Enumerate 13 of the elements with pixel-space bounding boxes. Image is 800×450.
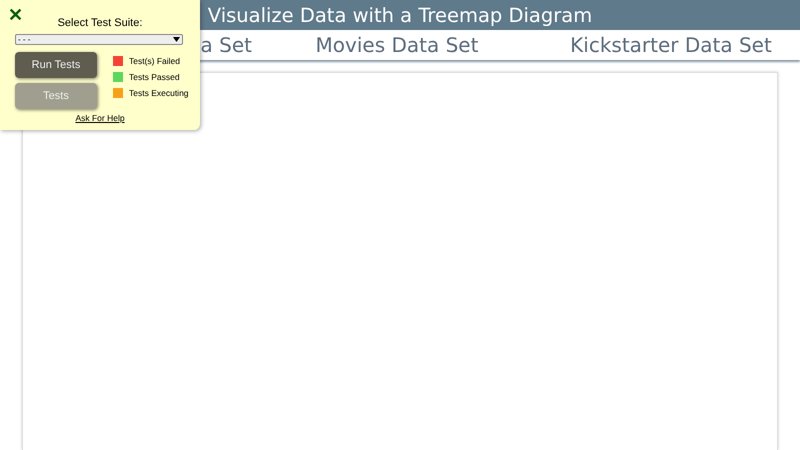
nav-link[interactable]: Movies Data Set (316, 33, 478, 57)
chevron-icon (173, 37, 180, 42)
legend-label: Tests Passed (129, 72, 180, 82)
help-link[interactable]: Ask For Help (0, 113, 200, 123)
suite-select[interactable]: - - - (15, 34, 183, 45)
legend-label: Test(s) Failed (129, 56, 180, 66)
legend-label: Tests Executing (129, 88, 189, 98)
panel-title: Select Test Suite: (56, 17, 144, 29)
page-title: Visualize Data with a Treemap Diagram (208, 4, 592, 26)
close-button[interactable]: ✕ (6, 4, 25, 26)
nav-link[interactable]: a Set (200, 33, 252, 57)
nav-link[interactable]: Kickstarter Data Set (570, 33, 772, 57)
run-tests-button[interactable]: Run Tests (15, 52, 97, 78)
